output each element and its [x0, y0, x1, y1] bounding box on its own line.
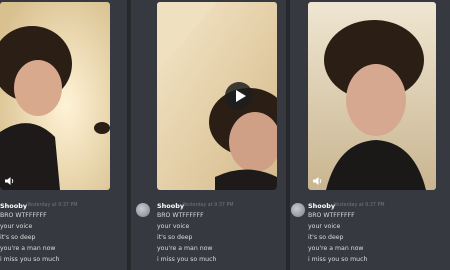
message-line: you're a man now: [0, 245, 56, 252]
play-icon: [235, 90, 246, 102]
message-line: BRO WTFFFFFF: [0, 212, 47, 219]
avatar[interactable]: [291, 203, 305, 217]
video-embed[interactable]: [0, 2, 110, 190]
message-line: BRO WTFFFFFF: [157, 212, 204, 219]
video-embed[interactable]: [157, 2, 277, 190]
message-line: your voice: [0, 223, 33, 230]
video-frame: [308, 2, 436, 190]
chat-panel-3: Shooby Yesterday at 9:37 PM BRO WTFFFFFF…: [290, 0, 450, 270]
message-line: BRO WTFFFFFF: [308, 212, 355, 219]
video-frame: [157, 2, 277, 190]
video-embed[interactable]: [308, 2, 436, 190]
username[interactable]: Shooby: [0, 202, 27, 210]
play-button[interactable]: [225, 82, 253, 110]
message-line: i miss you so much: [308, 256, 368, 263]
message-line: it's so deep: [157, 234, 193, 241]
chat-panel-1: Shooby Yesterday at 9:37 PM BRO WTFFFFFF…: [0, 0, 127, 270]
video-frame: [0, 2, 110, 190]
message-line: i miss you so much: [0, 256, 60, 263]
timestamp: Yesterday at 9:37 PM: [183, 203, 234, 208]
timestamp: Yesterday at 9:37 PM: [27, 203, 78, 208]
message-line: your voice: [157, 223, 190, 230]
chat-panel-2: Shooby Yesterday at 9:37 PM BRO WTFFFFFF…: [131, 0, 286, 270]
message-line: it's so deep: [0, 234, 36, 241]
volume-icon[interactable]: [4, 176, 16, 186]
message-line: you're a man now: [157, 245, 213, 252]
volume-icon[interactable]: [312, 176, 324, 186]
message-line: it's so deep: [308, 234, 344, 241]
timestamp: Yesterday at 9:37 PM: [334, 203, 385, 208]
message-line: i miss you so much: [157, 256, 217, 263]
username[interactable]: Shooby: [157, 202, 184, 210]
message-line: you're a man now: [308, 245, 364, 252]
avatar[interactable]: [136, 203, 150, 217]
message-line: your voice: [308, 223, 341, 230]
username[interactable]: Shooby: [308, 202, 335, 210]
